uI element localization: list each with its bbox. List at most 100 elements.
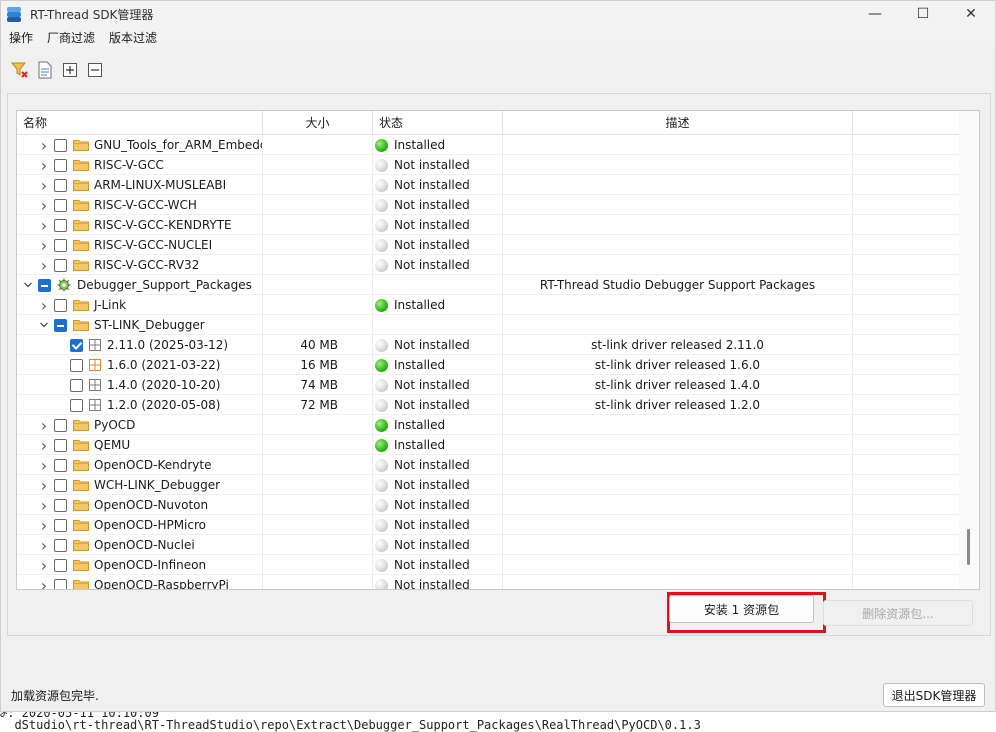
menu-version-filter[interactable]: 版本过滤 <box>109 29 157 46</box>
tree-row[interactable]: › OpenOCD-HPMicro Not installed <box>17 515 979 535</box>
row-checkbox[interactable] <box>54 298 67 312</box>
row-checkbox[interactable] <box>54 218 67 232</box>
package-size <box>263 215 373 235</box>
document-icon[interactable] <box>34 59 56 81</box>
package-description <box>503 555 853 575</box>
status-cell: Not installed <box>373 455 503 475</box>
minimize-button[interactable]: — <box>851 1 899 27</box>
column-header-description[interactable]: 描述 <box>503 111 853 135</box>
row-checkbox[interactable] <box>54 518 67 532</box>
chevron-right-icon[interactable]: › <box>37 216 51 235</box>
tree-row[interactable]: › QEMU Installed <box>17 435 979 455</box>
chevron-right-icon[interactable]: › <box>37 436 51 455</box>
not-installed-status-icon <box>375 498 388 512</box>
tree-row[interactable]: › OpenOCD-RaspberryPi Not installed <box>17 575 979 590</box>
not-installed-status-icon <box>375 458 388 472</box>
chevron-right-icon[interactable]: › <box>37 536 51 555</box>
row-checkbox[interactable] <box>70 398 83 412</box>
expand-all-icon[interactable] <box>59 59 81 81</box>
package-size <box>263 455 373 475</box>
tree-row[interactable]: › OpenOCD-Infineon Not installed <box>17 555 979 575</box>
menu-vendor-filter[interactable]: 厂商过滤 <box>47 29 95 46</box>
row-checkbox[interactable] <box>54 558 67 572</box>
row-checkbox[interactable] <box>54 498 67 512</box>
tree-row[interactable]: › OpenOCD-Nuvoton Not installed <box>17 495 979 515</box>
package-name: RISC-V-GCC-KENDRYTE <box>94 218 232 232</box>
row-checkbox[interactable] <box>38 278 51 292</box>
maximize-button[interactable]: ☐ <box>899 1 947 27</box>
package-name: RISC-V-GCC <box>94 158 164 172</box>
tree-row[interactable]: › OpenOCD-Kendryte Not installed <box>17 455 979 475</box>
chevron-right-icon[interactable]: › <box>37 176 51 195</box>
delete-packages-button[interactable]: 删除资源包... <box>823 600 973 626</box>
tree-row[interactable]: 1.4.0 (2020-10-20) 74 MB Not installed st-l… <box>17 375 979 395</box>
scrollbar-thumb[interactable] <box>967 529 970 565</box>
tree-row[interactable]: Debugger_Support_Packages RT-Thread Studi… <box>17 275 979 295</box>
row-checkbox[interactable] <box>54 238 67 252</box>
tree-row[interactable]: 1.2.0 (2020-05-08) 72 MB Not installed st-l… <box>17 395 979 415</box>
row-checkbox[interactable] <box>54 138 67 152</box>
tree-row[interactable]: › PyOCD Installed <box>17 415 979 435</box>
chevron-right-icon[interactable]: › <box>37 156 51 175</box>
column-header-size[interactable]: 大小 <box>263 111 373 135</box>
chevron-right-icon[interactable]: › <box>37 136 51 155</box>
tree-row[interactable]: › J-Link Installed <box>17 295 979 315</box>
row-checkbox[interactable] <box>54 478 67 492</box>
tree-row[interactable]: › RISC-V-GCC-NUCLEI Not installed <box>17 235 979 255</box>
filler-cell <box>853 255 966 275</box>
tree-row[interactable]: › RISC-V-GCC-KENDRYTE Not installed <box>17 215 979 235</box>
menu-operations[interactable]: 操作 <box>9 29 33 46</box>
tree-row[interactable]: ST-LINK_Debugger <box>17 315 979 335</box>
tree-row[interactable]: › OpenOCD-Nuclei Not installed <box>17 535 979 555</box>
tree-row[interactable]: › ARM-LINUX-MUSLEABI Not installed <box>17 175 979 195</box>
row-checkbox[interactable] <box>70 338 83 352</box>
chevron-right-icon[interactable]: › <box>37 196 51 215</box>
collapse-all-icon[interactable] <box>84 59 106 81</box>
row-checkbox[interactable] <box>54 538 67 552</box>
chevron-right-icon[interactable]: › <box>37 576 51 590</box>
row-checkbox[interactable] <box>54 418 67 432</box>
tree-row[interactable]: › RISC-V-GCC Not installed <box>17 155 979 175</box>
tree-row[interactable]: 1.6.0 (2021-03-22) 16 MB Installed st-link … <box>17 355 979 375</box>
tree-row[interactable]: › RISC-V-GCC-WCH Not installed <box>17 195 979 215</box>
chevron-right-icon[interactable]: › <box>37 496 51 515</box>
column-header-name[interactable]: 名称 <box>17 111 263 135</box>
chevron-down-icon[interactable] <box>37 318 51 332</box>
package-size <box>263 435 373 455</box>
row-checkbox[interactable] <box>54 318 67 332</box>
tree-row[interactable]: › WCH-LINK_Debugger Not installed <box>17 475 979 495</box>
package-size: 16 MB <box>263 355 373 375</box>
row-checkbox[interactable] <box>54 198 67 212</box>
row-checkbox[interactable] <box>54 258 67 272</box>
chevron-right-icon[interactable]: › <box>37 416 51 435</box>
folder-icon <box>73 179 94 191</box>
not-installed-status-icon <box>375 218 388 232</box>
tree-row[interactable]: › GNU_Tools_for_ARM_Embedded_Processors In… <box>17 135 979 155</box>
filter-clear-icon[interactable] <box>9 59 31 81</box>
chevron-right-icon[interactable]: › <box>37 556 51 575</box>
install-packages-button[interactable]: 安装 1 资源包 <box>669 595 814 623</box>
row-checkbox[interactable] <box>54 158 67 172</box>
chevron-down-icon[interactable] <box>21 278 35 292</box>
chevron-right-icon[interactable]: › <box>37 476 51 495</box>
chevron-right-icon[interactable]: › <box>37 296 51 315</box>
close-button[interactable]: ✕ <box>947 1 995 27</box>
row-checkbox[interactable] <box>54 458 67 472</box>
vertical-scrollbar[interactable] <box>959 111 979 589</box>
row-checkbox[interactable] <box>54 438 67 452</box>
row-checkbox[interactable] <box>70 378 83 392</box>
row-checkbox[interactable] <box>70 358 83 372</box>
name-cell: › WCH-LINK_Debugger <box>17 475 263 495</box>
row-checkbox[interactable] <box>54 578 67 589</box>
exit-sdk-manager-button[interactable]: 退出SDK管理器 <box>883 683 985 707</box>
tree-row[interactable]: 2.11.0 (2025-03-12) 40 MB Not installed st-… <box>17 335 979 355</box>
row-checkbox[interactable] <box>54 178 67 192</box>
chevron-right-icon[interactable]: › <box>37 456 51 475</box>
status-text: Installed <box>394 298 446 312</box>
status-cell: Not installed <box>373 335 503 355</box>
chevron-right-icon[interactable]: › <box>37 256 51 275</box>
column-header-status[interactable]: 状态 <box>373 111 503 135</box>
chevron-right-icon[interactable]: › <box>37 516 51 535</box>
chevron-right-icon[interactable]: › <box>37 236 51 255</box>
tree-row[interactable]: › RISC-V-GCC-RV32 Not installed <box>17 255 979 275</box>
